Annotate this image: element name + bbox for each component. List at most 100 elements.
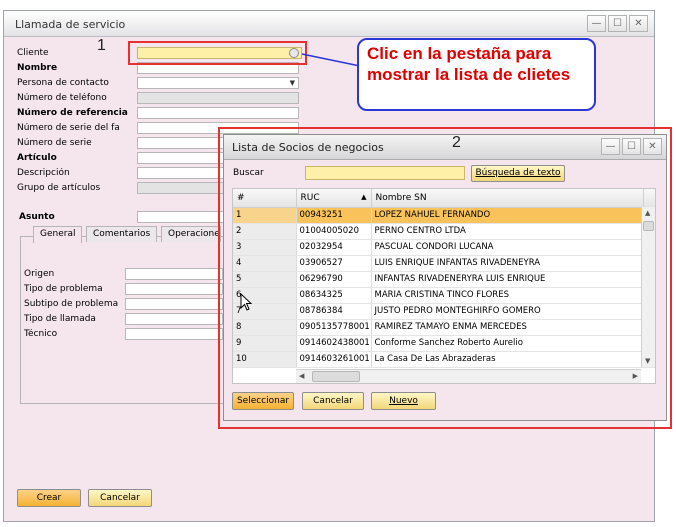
search-label: Buscar: [233, 168, 264, 178]
field-label-problem-subtype: Subtipo de problema: [24, 299, 119, 309]
reference-input[interactable]: [137, 107, 299, 119]
field-label-origin: Origen: [24, 269, 55, 279]
ruc-cell[interactable]: 0914602438001: [296, 335, 372, 352]
name-cell[interactable]: INFANTAS RIVADENERYRA LUIS ENRIQUE: [371, 271, 644, 288]
tab-operations[interactable]: Operaciones: [161, 226, 221, 242]
row-number-cell[interactable]: 2: [233, 223, 297, 240]
horizontal-scrollbar[interactable]: ◀ ▶: [296, 369, 641, 383]
dialog-close-button[interactable]: ✕: [643, 138, 662, 155]
origin-select[interactable]: [125, 268, 223, 280]
scroll-thumb[interactable]: [643, 221, 654, 231]
dialog-title: Lista de Socios de negocios: [232, 141, 384, 154]
new-button[interactable]: Nuevo: [371, 392, 436, 410]
field-label-phone: Número de teléfono: [17, 93, 107, 103]
name-cell[interactable]: RAMIREZ TAMAYO ENMA MERCEDES: [371, 319, 644, 336]
close-button[interactable]: ✕: [629, 15, 648, 32]
tab-comments[interactable]: Comentarios: [86, 226, 158, 242]
mouse-cursor-icon: [240, 293, 253, 311]
maximize-button[interactable]: ☐: [608, 15, 627, 32]
scroll-down-icon[interactable]: ▼: [645, 357, 650, 365]
scroll-up-icon[interactable]: ▲: [645, 209, 650, 217]
table-row[interactable]: 10 0914603261001 La Casa De Las Abrazadera…: [233, 351, 655, 368]
row-number-cell[interactable]: 10: [233, 351, 297, 368]
create-button[interactable]: Crear: [17, 489, 81, 507]
technician-select[interactable]: [125, 328, 223, 340]
search-input[interactable]: [305, 166, 465, 180]
row-number-cell[interactable]: 3: [233, 239, 297, 256]
field-label-technician: Técnico: [24, 329, 58, 339]
ruc-cell[interactable]: 08786384: [296, 303, 372, 320]
name-cell[interactable]: LOPEZ NAHUEL FERNANDO: [371, 207, 644, 224]
table-row[interactable]: 3 02032954 PASCUAL CONDORI LUCANA: [233, 239, 655, 256]
customer-field-highlight: [128, 41, 307, 65]
ruc-cell[interactable]: 06296790: [296, 271, 372, 288]
ruc-cell[interactable]: 01004005020: [296, 223, 372, 240]
ruc-cell[interactable]: 02032954: [296, 239, 372, 256]
dialog-titlebar: Lista de Socios de negocios — ☐ ✕: [224, 135, 666, 160]
step-number-1: 1: [97, 37, 106, 54]
column-header-num[interactable]: #: [233, 189, 297, 208]
field-label-problem-type: Tipo de problema: [24, 284, 103, 294]
dialog-cancel-button[interactable]: Cancelar: [302, 392, 364, 410]
row-number-cell[interactable]: 8: [233, 319, 297, 336]
name-cell[interactable]: LUIS ENRIQUE INFANTAS RIVADENEYRA: [371, 255, 644, 272]
name-cell[interactable]: Conforme Sanchez Roberto Aurelio: [371, 335, 644, 352]
column-header-ruc[interactable]: RUC ▲: [296, 189, 372, 208]
table-row[interactable]: 5 06296790 INFANTAS RIVADENERYRA LUIS ENRI…: [233, 271, 655, 288]
table-row[interactable]: 4 03906527 LUIS ENRIQUE INFANTAS RIVADENEY…: [233, 255, 655, 272]
field-label-contact-person: Persona de contacto: [17, 78, 109, 88]
contact-person-select[interactable]: ▼: [137, 77, 299, 89]
table-row[interactable]: 1 00943251 LOPEZ NAHUEL FERNANDO: [233, 207, 655, 224]
tab-general[interactable]: General: [33, 226, 83, 243]
problem-type-select[interactable]: [125, 283, 223, 295]
select-button[interactable]: Seleccionar: [232, 392, 294, 410]
field-label-call-type: Tipo de llamada: [24, 314, 96, 324]
name-cell[interactable]: MARIA CRISTINA TINCO FLORES: [371, 287, 644, 304]
row-number-cell[interactable]: 1: [233, 207, 297, 224]
scroll-right-icon[interactable]: ▶: [633, 372, 638, 380]
field-label-subject: Asunto: [19, 212, 55, 222]
field-label-reference: Número de referencia: [17, 108, 128, 118]
ruc-cell[interactable]: 08634325: [296, 287, 372, 304]
ruc-cell[interactable]: 03906527: [296, 255, 372, 272]
sort-ascending-icon: ▲: [361, 192, 367, 201]
table-row[interactable]: 9 0914602438001 Conforme Sanchez Roberto A…: [233, 335, 655, 352]
ruc-cell[interactable]: 0914603261001: [296, 351, 372, 368]
call-type-select[interactable]: [125, 313, 223, 325]
field-label-item-group: Grupo de artículos: [17, 183, 101, 193]
chevron-down-icon: ▼: [289, 79, 295, 87]
name-cell[interactable]: La Casa De Las Abrazaderas: [371, 351, 644, 368]
instruction-callout: Clic en la pestaña para mostrar la lista…: [357, 38, 596, 111]
name-cell[interactable]: JUSTO PEDRO MONTEGHIRFO GOMERO: [371, 303, 644, 320]
text-search-button[interactable]: Búsqueda de texto: [471, 165, 565, 182]
table-row[interactable]: 7 08786384 JUSTO PEDRO MONTEGHIRFO GOMERO: [233, 303, 655, 320]
callout-pointer-line: [301, 53, 361, 67]
field-label-nombre: Nombre: [17, 63, 58, 73]
column-header-name[interactable]: Nombre SN: [371, 189, 644, 208]
step-number-2: 2: [452, 134, 461, 151]
minimize-button[interactable]: —: [587, 15, 606, 32]
phone-input: [137, 92, 299, 104]
ruc-cell[interactable]: 00943251: [296, 207, 372, 224]
field-label-mfr-serial: Número de serie del fabricante: [17, 123, 119, 133]
row-number-cell[interactable]: 4: [233, 255, 297, 272]
problem-subtype-select[interactable]: [125, 298, 223, 310]
dialog-minimize-button[interactable]: —: [601, 138, 620, 155]
business-partners-table: # RUC ▲ Nombre SN 1 00943251 LOPEZ NAHUEL F…: [232, 188, 656, 384]
name-cell[interactable]: PASCUAL CONDORI LUCANA: [371, 239, 644, 256]
row-number-cell[interactable]: 5: [233, 271, 297, 288]
ruc-cell[interactable]: 0905135778001: [296, 319, 372, 336]
name-cell[interactable]: PERNO CENTRO LTDA: [371, 223, 644, 240]
horizontal-scroll-thumb[interactable]: [312, 371, 360, 382]
vertical-scrollbar[interactable]: ▲ ▼: [641, 207, 655, 367]
table-row[interactable]: 8 0905135778001 RAMIREZ TAMAYO ENMA MERCED…: [233, 319, 655, 336]
dialog-maximize-button[interactable]: ☐: [622, 138, 641, 155]
row-number-cell[interactable]: 9: [233, 335, 297, 352]
field-label-cliente: Cliente: [17, 48, 49, 58]
scroll-left-icon[interactable]: ◀: [299, 372, 304, 380]
table-row[interactable]: 2 01004005020 PERNO CENTRO LTDA: [233, 223, 655, 240]
field-label-item: Artículo: [17, 153, 57, 163]
table-row[interactable]: 6 08634325 MARIA CRISTINA TINCO FLORES: [233, 287, 655, 304]
window-title: Llamada de servicio: [15, 18, 126, 31]
cancel-button[interactable]: Cancelar: [88, 489, 152, 507]
